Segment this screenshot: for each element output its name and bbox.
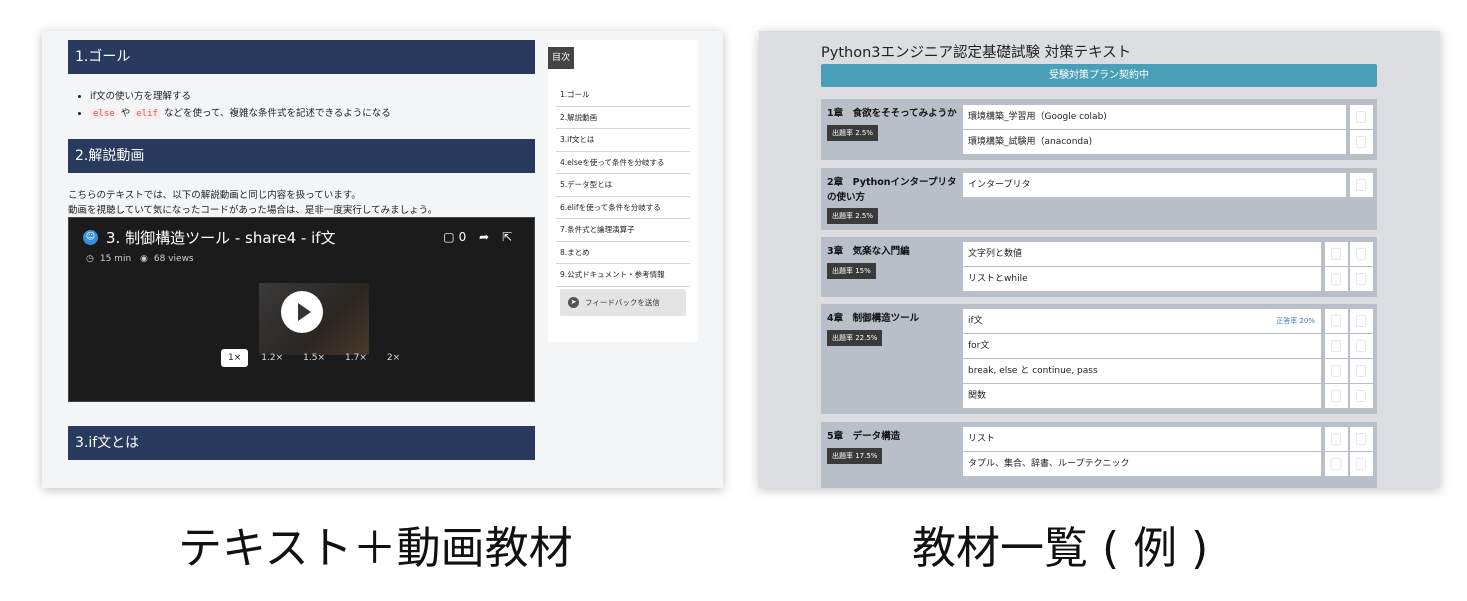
lesson-row[interactable]: リストとwhile <box>963 267 1321 291</box>
channel-logo-icon: ☺ <box>83 230 98 245</box>
code-tag-else: else <box>90 109 118 119</box>
toc-item[interactable]: 6.elifを使って条件を分岐する <box>556 197 690 219</box>
page-title: Python3エンジニア認定基礎試験 対策テキスト <box>821 45 1132 61</box>
crown-icon <box>1350 267 1373 291</box>
lesson-status-icon <box>1325 452 1348 476</box>
feedback-button[interactable]: ➤ フィードバックを送信 <box>560 289 686 316</box>
toc-title: 目次 <box>548 47 574 69</box>
lesson-status-icon <box>1350 173 1373 197</box>
chapter-name: 3章 気楽な入門編 <box>827 246 910 257</box>
table-of-contents: 目次 1.ゴール 2.解説動画 3.if文とは 4.elseを使って条件を分岐す… <box>548 40 698 342</box>
eye-icon: ◉ <box>140 254 148 264</box>
video-player[interactable]: ☺ 3. 制御構造ツール - share4 - if文 ◷ 15 min ◉ 68 … <box>68 217 535 402</box>
lesson-status-icon <box>1350 105 1373 129</box>
accuracy-label: 正答率 20% <box>1276 317 1315 325</box>
clock-icon: ◷ <box>86 254 94 264</box>
lesson-row[interactable]: if文 正答率 20% <box>963 309 1321 333</box>
video-toolbar: ▢ 0 ➦ ⇱ <box>434 230 512 244</box>
crown-icon <box>1350 384 1373 408</box>
chapter-rate-badge: 出題率 15% <box>827 263 876 279</box>
lesson-row[interactable]: インタープリタ <box>963 173 1346 197</box>
toc-list: 1.ゴール 2.解説動画 3.if文とは 4.elseを使って条件を分岐する 5… <box>556 84 690 287</box>
toc-item[interactable]: 5.データ型とは <box>556 174 690 197</box>
section-header-if: 3.if文とは <box>68 426 535 460</box>
lesson-row[interactable]: 文字列と数値 <box>963 242 1321 266</box>
video-title: 3. 制御構造ツール - share4 - if文 <box>106 229 336 247</box>
video-views: 68 views <box>153 254 194 264</box>
chapter-block: 3章 気楽な入門編 出題率 15% 文字列と数値 リストとwhile <box>821 237 1377 297</box>
lesson-status-icon <box>1325 359 1348 383</box>
intro-text: こちらのテキストでは、以下の解説動画と同じ内容を扱っています。 動画を視聴してい… <box>68 190 438 216</box>
lesson-row[interactable]: break, else と continue, pass <box>963 359 1321 383</box>
chapter-block: 4章 制御構造ツール 出題率 22.5% if文 正答率 20% for文 bre… <box>821 304 1377 414</box>
chapter-rate-badge: 出題率 2.5% <box>827 125 879 141</box>
crown-icon <box>1350 309 1373 333</box>
lesson-status-icon <box>1350 130 1373 154</box>
chapter-block: 2章 Pythonインタープリタの使い方 出題率 2.5% インタープリタ <box>821 168 1377 230</box>
toc-item[interactable]: 4.elseを使って条件を分岐する <box>556 152 690 174</box>
chapter-name: 4章 制御構造ツール <box>827 313 920 324</box>
lesson-status-icon <box>1325 267 1348 291</box>
lesson-row[interactable]: 環境構築_試験用（anaconda) <box>963 130 1346 154</box>
toc-item[interactable]: 8.まとめ <box>556 242 690 264</box>
video-meta: ◷ 15 min ◉ 68 views <box>86 254 200 264</box>
playback-speed-options: 1× 1.2× 1.5× 1.7× 2× <box>221 349 407 367</box>
toc-item[interactable]: 9.公式ドキュメント・参考情報 <box>556 264 690 287</box>
caption-right: 教材一覧 ( 例 ) <box>912 523 1209 574</box>
toc-item[interactable]: 3.if文とは <box>556 129 690 152</box>
speed-option[interactable]: 1.7× <box>338 349 374 367</box>
goal-item: else や elif などを使って、複雑な条件式を記述できるようになる <box>90 105 391 123</box>
chapter-name: 5章 データ構造 <box>827 431 901 442</box>
play-button[interactable] <box>281 291 323 333</box>
lesson-status-icon <box>1325 427 1348 451</box>
chapter-block: 1章 食欲をそそってみようか 出題率 2.5% 環境構築_学習用（Google … <box>821 99 1377 160</box>
crown-icon <box>1350 427 1373 451</box>
lesson-row[interactable]: 環境構築_学習用（Google colab) <box>963 105 1346 129</box>
lesson-status-icon <box>1325 334 1348 358</box>
speed-option[interactable]: 1.2× <box>254 349 290 367</box>
plan-status-banner: 受験対策プラン契約中 <box>821 64 1377 87</box>
chapter-rate-badge: 出題率 2.5% <box>827 208 879 224</box>
caption-left: テキスト＋動画教材 <box>178 523 573 574</box>
toc-item[interactable]: 2.解説動画 <box>556 107 690 129</box>
chapter-rate-badge: 出題率 22.5% <box>827 330 883 346</box>
toc-item[interactable]: 7.条件式と論理演算子 <box>556 219 690 242</box>
lesson-status-icon <box>1325 384 1348 408</box>
lesson-status-icon <box>1325 242 1348 266</box>
goal-list: if文の使い方を理解する else や elif などを使って、複雑な条件式を記… <box>80 88 391 123</box>
share-icon[interactable]: ➦ <box>479 230 489 244</box>
chapter-rate-badge: 出題率 17.5% <box>827 448 883 464</box>
crown-icon <box>1350 242 1373 266</box>
section-header-video: 2.解説動画 <box>68 139 535 173</box>
toc-item[interactable]: 1.ゴール <box>556 84 690 107</box>
video-duration: 15 min <box>99 254 132 264</box>
speed-option[interactable]: 1× <box>221 349 249 367</box>
material-list-screenshot: Python3エンジニア認定基礎試験 対策テキスト 受験対策プラン契約中 1章 … <box>759 31 1440 488</box>
lesson-row[interactable]: リスト <box>963 427 1321 451</box>
text-video-material-screenshot: 1.ゴール if文の使い方を理解する else や elif などを使って、複雑… <box>42 31 723 488</box>
send-icon: ➤ <box>568 297 579 308</box>
code-tag-elif: elif <box>133 109 161 119</box>
lesson-row[interactable]: タプル、集合、辞書、ループテクニック <box>963 452 1321 476</box>
section-header-goal: 1.ゴール <box>68 40 535 74</box>
speed-option[interactable]: 2× <box>380 349 407 367</box>
crown-icon <box>1350 359 1373 383</box>
chapter-name: 1章 食欲をそそってみようか <box>827 108 957 119</box>
external-link-icon[interactable]: ⇱ <box>502 230 512 244</box>
goal-item: if文の使い方を理解する <box>90 88 391 105</box>
crown-icon <box>1350 452 1373 476</box>
lesson-row[interactable]: 関数 <box>963 384 1321 408</box>
comment-count: 0 <box>458 230 467 244</box>
crown-icon <box>1350 334 1373 358</box>
lesson-row[interactable]: for文 <box>963 334 1321 358</box>
speed-option[interactable]: 1.5× <box>296 349 332 367</box>
comment-icon[interactable]: ▢ <box>443 230 454 244</box>
chapter-block: 5章 データ構造 出題率 17.5% リスト タプル、集合、辞書、ループテクニッ… <box>821 422 1377 488</box>
chapter-name: 2章 Pythonインタープリタの使い方 <box>827 177 957 203</box>
lesson-status-icon <box>1325 309 1348 333</box>
